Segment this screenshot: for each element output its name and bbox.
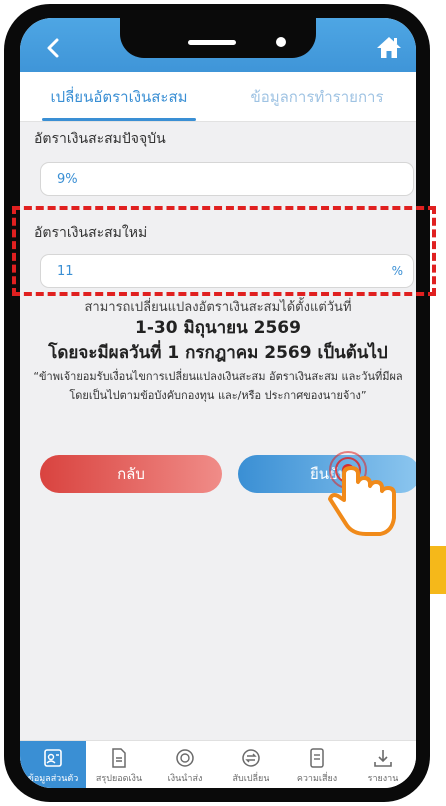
switch-icon	[242, 749, 260, 767]
nav-item-contribution[interactable]: เงินนำส่ง	[152, 741, 218, 788]
tab-transaction-info[interactable]: ข้อมูลการทำรายการ	[218, 72, 416, 121]
disclaimer-text: “ข้าพเจ้ายอมรับเงื่อนไขการเปลี่ยนแปลงเงิ…	[33, 370, 403, 402]
info-effective-date: โดยจะมีผลวันที่ 1 กรกฎาคม 2569 เป็นต้นไป	[48, 343, 388, 363]
stage: เปลี่ยนอัตราเงินสะสม ข้อมูลการทำรายการ อ…	[0, 0, 446, 806]
tab-change-rate[interactable]: เปลี่ยนอัตราเงินสะสม	[20, 72, 218, 121]
back-button[interactable]: กลับ	[40, 455, 222, 493]
app-screen: เปลี่ยนอัตราเงินสะสม ข้อมูลการทำรายการ อ…	[20, 18, 416, 788]
nav-label-switch: สับเปลี่ยน	[232, 774, 270, 784]
current-rate-value: 9%	[57, 171, 78, 187]
profile-icon	[44, 749, 62, 767]
nav-label-contribution: เงินนำส่ง	[167, 774, 203, 784]
phone-notch	[120, 18, 316, 58]
bottom-nav: ข้อมูลส่วนตัว สรุปยอดเงิน เงินนำส่ง สับเ…	[20, 740, 416, 788]
nav-item-summary[interactable]: สรุปยอดเงิน	[86, 741, 152, 788]
nav-item-risk[interactable]: ความเสี่ยง	[284, 741, 350, 788]
download-icon	[374, 750, 392, 767]
contribution-icon	[176, 749, 194, 767]
document-icon	[112, 748, 126, 768]
nav-item-report[interactable]: รายงาน	[350, 741, 416, 788]
nav-label-summary: สรุปยอดเงิน	[95, 774, 143, 784]
tap-hand-icon	[328, 451, 396, 536]
nav-label-report: รายงาน	[367, 774, 399, 784]
speaker-icon	[188, 40, 236, 45]
current-rate-field: 9%	[40, 162, 414, 196]
nav-label-risk: ความเสี่ยง	[296, 774, 338, 784]
phone-frame: เปลี่ยนอัตราเงินสะสม ข้อมูลการทำรายการ อ…	[4, 4, 430, 802]
nav-item-profile[interactable]: ข้อมูลส่วนตัว	[20, 741, 86, 788]
nav-item-switch[interactable]: สับเปลี่ยน	[218, 741, 284, 788]
risk-icon	[310, 748, 324, 768]
highlight-box	[12, 206, 436, 296]
back-chevron-icon[interactable]	[42, 36, 66, 60]
camera-icon	[276, 37, 286, 47]
nav-label-profile: ข้อมูลส่วนตัว	[27, 774, 79, 784]
info-period-dates: 1-30 มิถุนายน 2569	[135, 318, 301, 338]
home-icon[interactable]	[376, 35, 402, 59]
tab-bar: เปลี่ยนอัตราเงินสะสม ข้อมูลการทำรายการ	[20, 72, 416, 122]
current-rate-label: อัตราเงินสะสมปัจจุบัน	[34, 131, 166, 147]
